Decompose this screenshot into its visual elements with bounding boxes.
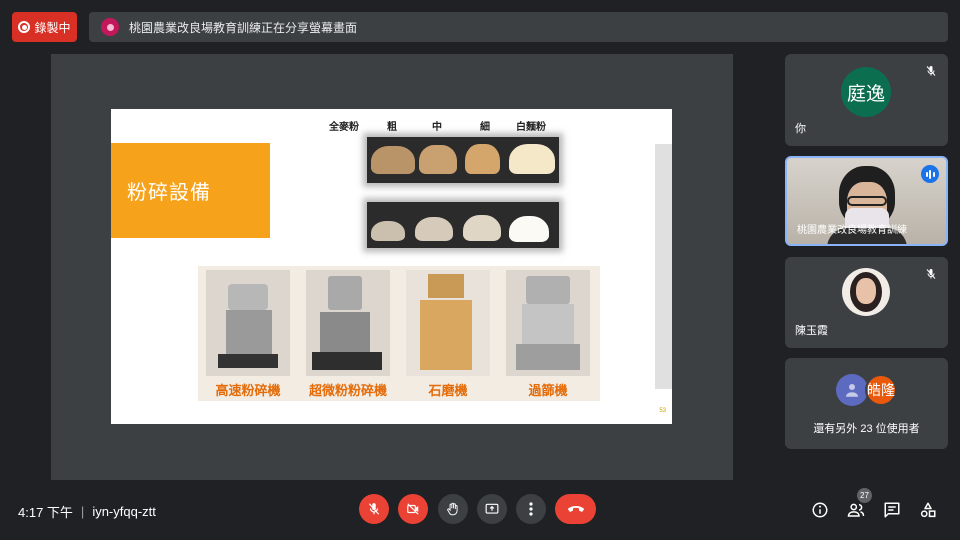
activities-button[interactable]: [917, 499, 939, 521]
mic-off-icon: [922, 265, 940, 283]
present-icon: [485, 503, 499, 514]
machine-photo: [306, 270, 390, 376]
screen-share-banner: 桃園農業改良場教育訓練正在分享螢幕畫面: [89, 12, 948, 42]
more-options-button[interactable]: [516, 494, 546, 524]
mic-toggle-button[interactable]: [359, 494, 389, 524]
people-count-badge: 27: [857, 488, 872, 503]
machine-photo-strip: 高速粉碎機 超微粉粉碎機 石磨機 過篩機: [198, 266, 600, 401]
leave-call-button[interactable]: [555, 494, 596, 524]
machine-card: 石磨機: [400, 266, 496, 401]
meeting-time: 4:17 下午: [18, 505, 73, 520]
shared-slide: 粉碎設備 全麥粉 粗 中 細 白麵粉 高速粉碎機 超微粉粉碎機 石磨機 過篩機 …: [111, 109, 672, 424]
recording-label: 錄製中: [34, 20, 71, 35]
machine-label: 高速粉碎機: [215, 383, 281, 398]
machine-label: 過篩機: [528, 383, 568, 398]
machine-card: 高速粉碎機: [200, 266, 296, 401]
slide-title: 粉碎設備: [111, 143, 270, 238]
chat-button[interactable]: [881, 499, 903, 521]
camera-toggle-button[interactable]: [398, 494, 428, 524]
speaking-icon: [921, 165, 939, 183]
mic-off-icon: [922, 62, 940, 80]
presentation-stage: 粉碎設備 全麥粉 粗 中 細 白麵粉 高速粉碎機 超微粉粉碎機 石磨機 過篩機 …: [51, 54, 733, 480]
bread-slice-photo: [367, 202, 559, 248]
participant-avatar: [842, 268, 890, 316]
flour-grade-labels: 全麥粉 粗 中 細 白麵粉: [329, 118, 559, 133]
machine-photo: [406, 270, 490, 376]
people-icon: [847, 503, 865, 517]
participant-tile-third[interactable]: 陳玉霞: [785, 257, 948, 348]
participant-tile-self[interactable]: 庭逸 你: [785, 54, 948, 146]
participant-name: 你: [795, 123, 806, 135]
slide-page-number: 53: [659, 408, 666, 414]
participant-name: 桃園農業改良場教育訓練: [797, 225, 907, 236]
separator: |: [80, 504, 85, 519]
meeting-info-button[interactable]: [809, 499, 831, 521]
screen-share-text: 桃園農業改良場教育訓練正在分享螢幕畫面: [129, 20, 358, 35]
flour-label: 中: [432, 122, 442, 133]
participant-tile-presenter[interactable]: 桃園農業改良場教育訓練: [785, 156, 948, 246]
more-icon: [529, 502, 533, 516]
presenter-avatar-icon: [101, 18, 119, 36]
machine-photo: [506, 270, 590, 376]
flour-label: 白麵粉: [516, 122, 546, 133]
machine-label: 超微粉粉碎機: [308, 383, 387, 398]
other-participants-tile[interactable]: 皓隆 還有另外 23 位使用者: [785, 358, 948, 449]
bread-loaf-photo: [367, 137, 559, 183]
other-participants-label: 還有另外 23 位使用者: [813, 423, 920, 435]
flour-label: 全麥粉: [329, 122, 359, 133]
machine-card: 超微粉粉碎機: [300, 266, 396, 401]
participant-avatar: 庭逸: [841, 67, 891, 117]
record-icon: [18, 21, 31, 33]
raise-hand-button[interactable]: [438, 494, 468, 524]
activities-icon: [920, 502, 936, 518]
flour-label: 細: [480, 122, 490, 133]
machine-label: 石磨機: [428, 383, 468, 398]
present-now-button[interactable]: [477, 494, 507, 524]
camera-off-icon: [407, 503, 419, 515]
chat-icon: [884, 502, 900, 518]
participant-name: 陳玉霞: [795, 325, 828, 337]
raise-hand-icon: [447, 502, 458, 516]
end-call-icon: [567, 506, 584, 512]
meeting-code: iyn-yfqq-ztt: [92, 504, 156, 519]
slide-side-bar: [655, 144, 672, 389]
machine-card: 過篩機: [500, 266, 596, 401]
info-icon: [812, 502, 828, 518]
mic-off-icon: [368, 503, 380, 515]
user-avatar-icon: [836, 374, 868, 406]
flour-label: 粗: [387, 122, 397, 133]
meeting-details: 4:17 下午 | iyn-yfqq-ztt: [18, 502, 156, 521]
recording-badge: 錄製中: [12, 12, 77, 42]
participant-avatar: 皓隆: [865, 374, 897, 406]
machine-photo: [206, 270, 290, 376]
